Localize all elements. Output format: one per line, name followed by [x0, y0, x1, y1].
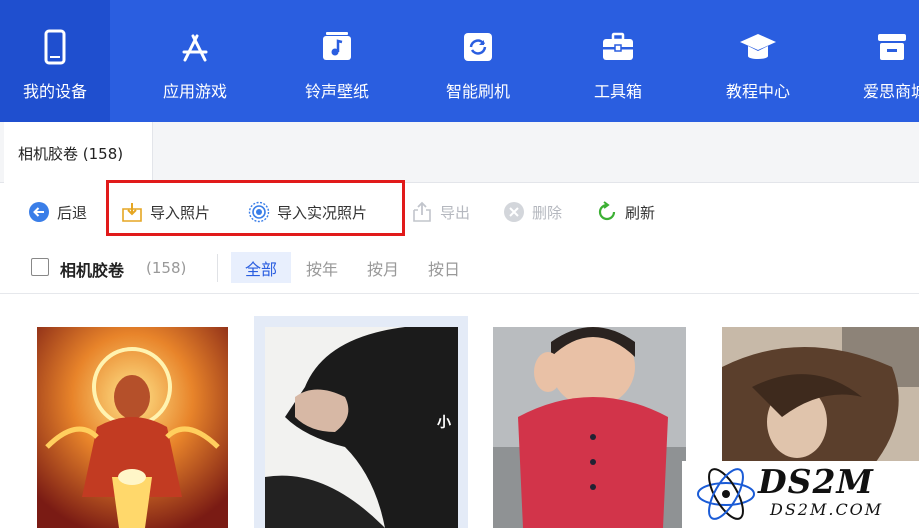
tab-label: 相机胶卷 (158) [18, 145, 124, 163]
refresh-label: 刷新 [625, 203, 656, 222]
watermark-domain: DS2M.COM [770, 500, 884, 519]
divider [217, 254, 218, 282]
select-all-checkbox[interactable] [31, 258, 49, 276]
photo-crying-child [493, 327, 686, 528]
export-icon [413, 201, 431, 222]
delete-button[interactable]: 删除 [503, 198, 562, 226]
refresh-box-icon [464, 33, 492, 61]
nav-item-label: 我的设备 [22, 82, 87, 101]
refresh-icon [598, 201, 616, 221]
back-button[interactable]: 后退 [28, 198, 87, 226]
back-arrow-icon [29, 202, 49, 222]
import-highlight-box [106, 180, 405, 236]
atom-logo-icon [697, 468, 755, 520]
filter-tab-all[interactable]: 全部 [231, 252, 291, 283]
filter-tab-by-year[interactable]: 按年 [292, 252, 352, 283]
watermark-brand: DS2M [758, 462, 874, 501]
album-name: 相机胶卷 [60, 261, 125, 280]
music-icon [323, 32, 351, 60]
nav-item-ringtones-wallpapers[interactable]: 铃声壁纸 [282, 0, 392, 122]
nav-item-label: 智能刷机 [445, 82, 510, 101]
photo-thumbnail-3[interactable] [493, 327, 686, 528]
export-label: 导出 [440, 203, 471, 222]
nav-item-tutorials[interactable]: 教程中心 [703, 0, 813, 122]
phone-icon [44, 29, 66, 65]
store-icon [878, 34, 906, 60]
nav-item-label: 铃声壁纸 [304, 82, 369, 101]
toolbox-icon [603, 32, 633, 60]
nav-item-label: 工具箱 [593, 82, 642, 101]
back-label: 后退 [57, 203, 88, 222]
delete-icon [504, 202, 524, 222]
nav-item-label: 教程中心 [725, 82, 790, 101]
photo-woman-hair [265, 327, 458, 528]
photo-monkey-king [37, 327, 228, 528]
nav-item-label: 应用游戏 [162, 82, 227, 101]
nav-item-store[interactable]: 爱思商城 [845, 0, 919, 122]
nav-item-toolbox[interactable]: 工具箱 [563, 0, 673, 122]
nav-item-smart-flash[interactable]: 智能刷机 [423, 0, 533, 122]
export-button[interactable]: 导出 [411, 198, 470, 226]
delete-label: 删除 [532, 203, 563, 222]
photo-thumbnail-1[interactable] [37, 327, 228, 528]
filter-tab-by-day[interactable]: 按日 [414, 252, 474, 283]
overlay-watermark-text: 小 [437, 415, 451, 431]
app-store-icon [182, 34, 208, 62]
tab-camera-roll[interactable]: 相机胶卷 (158) [4, 122, 153, 183]
nav-item-apps-games[interactable]: 应用游戏 [140, 0, 250, 122]
refresh-button[interactable]: 刷新 [596, 198, 655, 226]
filter-tab-by-month[interactable]: 按月 [353, 252, 413, 283]
nav-item-label: 爱思商城 [863, 82, 919, 101]
photo-thumbnail-2[interactable] [265, 327, 458, 528]
graduation-cap-icon [740, 34, 776, 59]
album-count: (158) [146, 259, 187, 277]
nav-item-my-device[interactable]: 我的设备 [0, 0, 110, 122]
